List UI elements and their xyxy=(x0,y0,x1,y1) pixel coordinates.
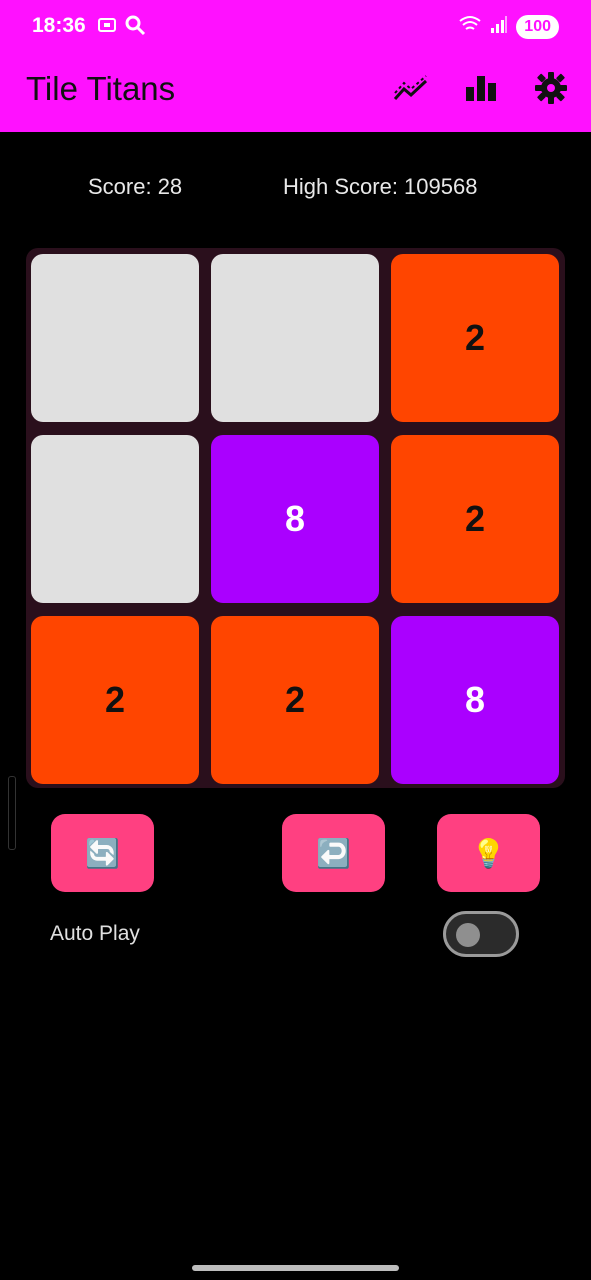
board-tile: 2 xyxy=(31,616,199,784)
board-tile xyxy=(211,254,379,422)
board-tile xyxy=(31,435,199,603)
board-tile: 2 xyxy=(211,616,379,784)
wifi-icon xyxy=(458,14,482,39)
auto-play-toggle[interactable] xyxy=(443,911,519,957)
hint-icon: 💡 xyxy=(471,837,506,869)
battery-indicator: 100 xyxy=(516,14,559,39)
leaderboard-icon xyxy=(464,73,498,108)
game-board[interactable]: 282228 xyxy=(26,248,565,788)
score-row: Score: 28 High Score: 109568 xyxy=(0,174,591,204)
undo-icon: ↩️ xyxy=(316,837,351,869)
app-root: 18:36 100 Tile Titans Score: 28 High Sco… xyxy=(0,0,591,1280)
home-indicator[interactable] xyxy=(192,1265,399,1271)
board-tile: 2 xyxy=(391,254,559,422)
toggle-knob xyxy=(456,923,480,947)
board-tile: 8 xyxy=(391,616,559,784)
stats-trend-button[interactable] xyxy=(391,72,431,108)
status-right: 100 xyxy=(458,14,559,39)
stats-trend-icon xyxy=(392,73,430,108)
hint-button[interactable]: 💡 xyxy=(437,814,540,892)
screenshot-icon xyxy=(96,14,118,41)
search-icon xyxy=(124,14,146,41)
settings-icon xyxy=(534,71,568,110)
auto-play-label: Auto Play xyxy=(50,922,140,945)
status-time: 18:36 xyxy=(32,14,86,37)
board-tile xyxy=(31,254,199,422)
high-score-text: High Score: 109568 xyxy=(283,174,478,199)
settings-button[interactable] xyxy=(531,71,571,110)
board-tile: 8 xyxy=(211,435,379,603)
restart-icon: 🔄 xyxy=(85,837,120,869)
app-title: Tile Titans xyxy=(26,70,176,107)
restart-button[interactable]: 🔄 xyxy=(51,814,154,892)
status-left-icons xyxy=(96,14,146,41)
signal-icon xyxy=(490,14,508,39)
score-text: Score: 28 xyxy=(88,174,183,199)
top-app-bar: 18:36 100 Tile Titans xyxy=(0,0,591,132)
app-bar-actions xyxy=(391,71,571,110)
leaderboard-button[interactable] xyxy=(461,72,501,108)
undo-button[interactable]: ↩️ xyxy=(282,814,385,892)
board-tile: 2 xyxy=(391,435,559,603)
side-scroll-indicator xyxy=(8,776,16,850)
